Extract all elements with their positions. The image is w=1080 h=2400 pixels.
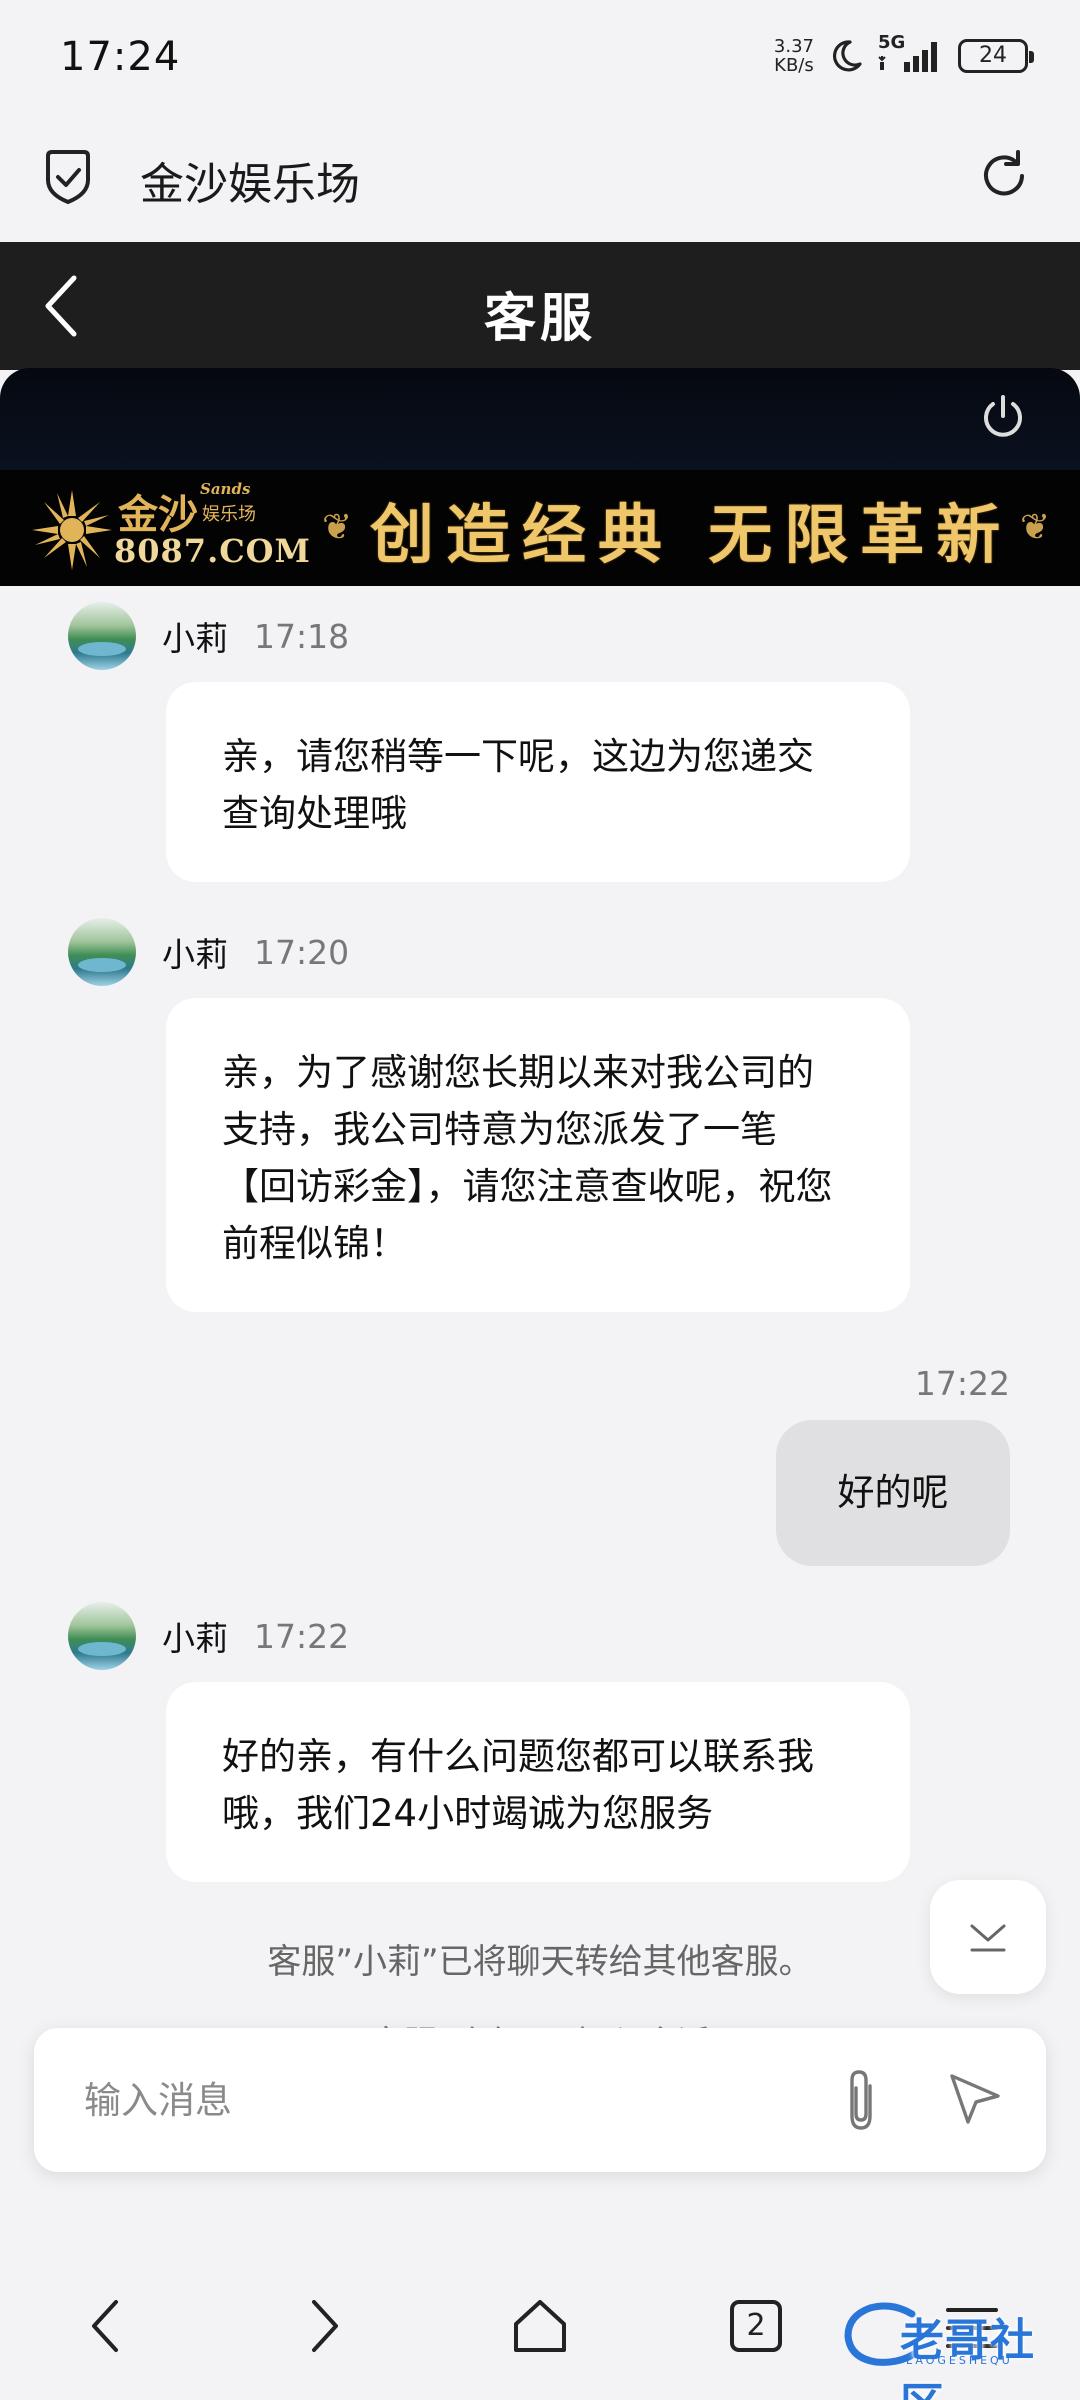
home-icon[interactable]: [508, 2294, 572, 2358]
message-time: 17:22: [914, 1364, 1010, 1403]
site-title[interactable]: 金沙娱乐场: [140, 148, 360, 212]
chevron-down-icon: [970, 1924, 1006, 1952]
message-bubble: 亲，为了感谢您长期以来对我公司的 支持，我公司特意为您派发了一笔 【回访彩金】，…: [166, 998, 910, 1312]
message-meta: 小莉 17:20: [68, 918, 349, 986]
brand-sands: Sands: [200, 480, 251, 498]
avatar[interactable]: [68, 1602, 136, 1670]
brand-url: 8087.COM: [114, 532, 311, 570]
message-time: 17:20: [254, 932, 350, 972]
sands-sun-logo: [32, 490, 112, 570]
power-icon[interactable]: [978, 392, 1028, 442]
message-meta: 小莉 17:22: [68, 1602, 349, 1670]
tabs-button[interactable]: 2: [730, 2300, 782, 2352]
ad-banner[interactable]: 金沙 Sands 娱乐场 8087.COM ❦ 创造经典 无限革新 ❦: [0, 470, 1080, 586]
message-input-bar: [34, 2028, 1046, 2172]
system-note: 客服”小莉”已将聊天转给其他客服。: [267, 1942, 813, 1982]
page-title: 客服: [483, 289, 596, 349]
banner-top: [0, 368, 1080, 470]
nav-back-icon[interactable]: [76, 2294, 140, 2358]
message-bubble: 好的亲，有什么问题您都可以联系我 哦，我们24小时竭诚为您服务: [166, 1682, 910, 1882]
reload-icon[interactable]: [976, 148, 1032, 204]
banner-slogan: 创造经典 无限革新: [370, 498, 1013, 573]
send-icon[interactable]: [946, 2070, 1004, 2128]
message-bubble: 亲，请您稍等一下呢，这边为您递交 查询处理哦: [166, 682, 910, 882]
paperclip-icon[interactable]: [834, 2066, 888, 2134]
my-message-bubble: 好的呢: [776, 1420, 1010, 1566]
avatar[interactable]: [68, 918, 136, 986]
sender-name: 小莉: [162, 935, 228, 974]
network-speed: 3.37 KB/s: [773, 36, 814, 76]
brand-sub: 娱乐场: [202, 504, 256, 525]
scroll-to-bottom-button[interactable]: [930, 1880, 1046, 1994]
message-meta: 小莉 17:18: [68, 602, 349, 670]
shield-check-icon[interactable]: [42, 148, 94, 206]
watermark: 老哥社区 LAOGESHEQU: [842, 2300, 1072, 2400]
battery-icon: 24: [958, 39, 1034, 73]
ornament-right: ❦: [1020, 507, 1051, 548]
message-time: 17:18: [254, 616, 350, 656]
signal-icon: 5G: [878, 32, 944, 76]
chat-header: 客服: [0, 242, 1080, 370]
nav-forward-icon[interactable]: [292, 2294, 356, 2358]
ornament-left: ❦: [322, 507, 353, 548]
status-icons: 3.37 KB/s 5G 24: [773, 32, 1034, 76]
browser-address-bar: 金沙娱乐场: [0, 118, 1080, 242]
message-time: 17:22: [254, 1616, 350, 1656]
message-input[interactable]: [84, 2072, 804, 2128]
moon-icon: [833, 40, 862, 72]
status-time: 17:24: [60, 34, 181, 80]
sender-name: 小莉: [162, 619, 228, 658]
avatar[interactable]: [68, 602, 136, 670]
status-bar: 17:24 3.37 KB/s 5G 24: [0, 0, 1080, 118]
sender-name: 小莉: [162, 1619, 228, 1658]
